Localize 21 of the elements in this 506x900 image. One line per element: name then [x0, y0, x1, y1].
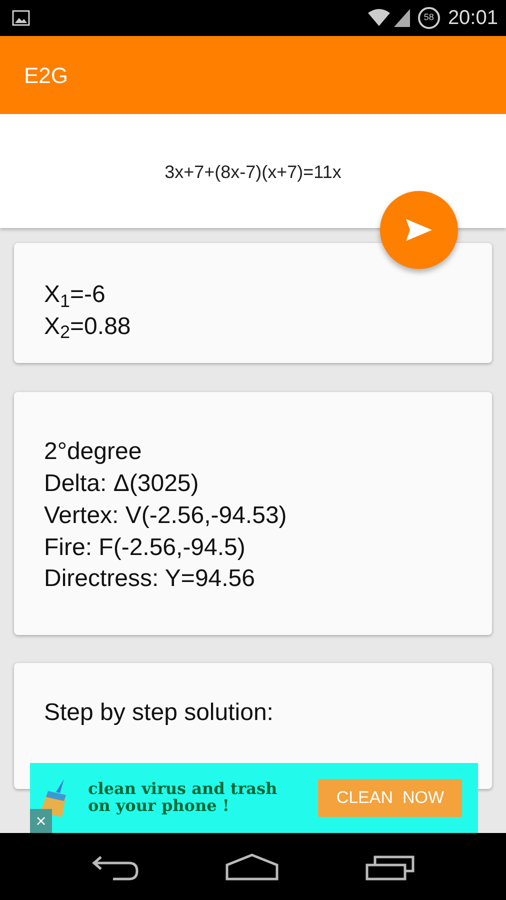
status-time: 20:01	[448, 6, 498, 31]
result-line: Delta: Δ(3025)	[44, 468, 199, 499]
send-button[interactable]	[380, 191, 458, 269]
result-line: 2°degree	[44, 436, 142, 467]
result-line: X$_{2}$=0.88	[44, 312, 131, 343]
battery-indicator: 58	[418, 7, 440, 29]
ad-text: clean virus and trash on your phone !	[88, 781, 278, 815]
ad-banner[interactable]: clean virus and trash on your phone ! CLEAN NOW ×	[30, 763, 478, 833]
close-ad-button[interactable]: ×	[30, 809, 52, 833]
result-line: X$_{1}$=-6	[44, 280, 106, 311]
signal-icon	[394, 9, 410, 27]
result-line: Fire: F(-2.56,-94.5)	[44, 532, 246, 563]
result-line: Step by step solution:	[44, 698, 274, 728]
home-icon[interactable]	[225, 852, 279, 880]
result-line: Vertex: V(-2.56,-94.53)	[44, 500, 287, 531]
result-line: Directress: Y=94.56	[44, 564, 255, 594]
app-title: E2G	[24, 62, 68, 90]
equation-field[interactable]: 3x+7+(8x-7)(x+7)=11x	[123, 158, 383, 187]
picture-icon	[12, 10, 30, 26]
wifi-icon	[368, 9, 390, 27]
send-icon	[406, 219, 432, 241]
